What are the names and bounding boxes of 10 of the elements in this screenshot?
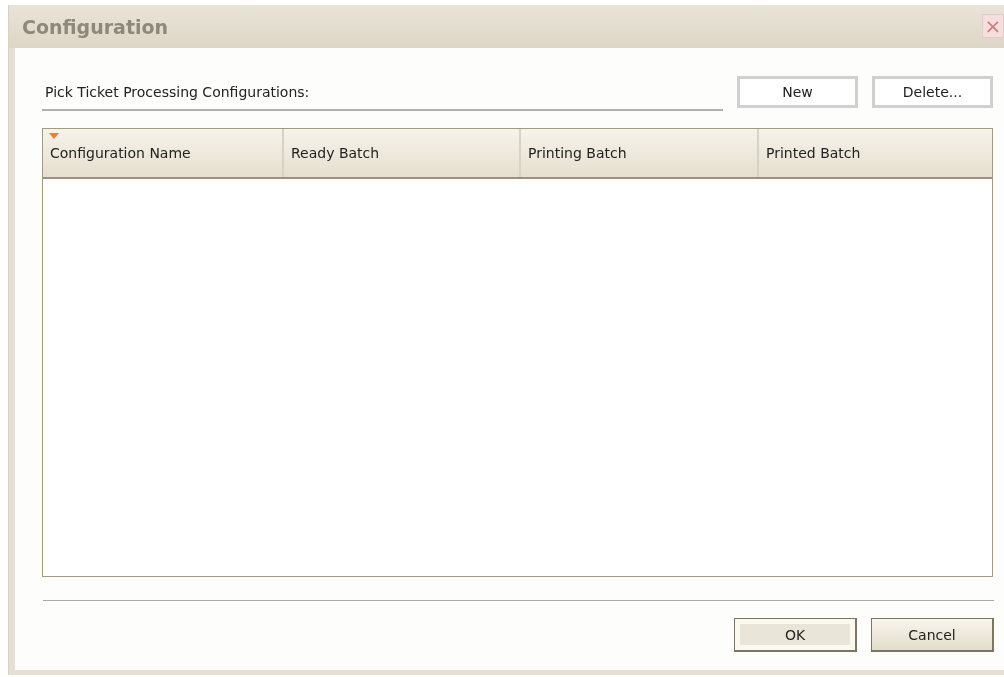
- delete-button[interactable]: Delete...: [872, 76, 993, 108]
- window-title: Configuration: [22, 15, 169, 38]
- column-header[interactable]: Printing Batch: [519, 129, 757, 177]
- ok-button[interactable]: OK: [734, 618, 857, 652]
- cancel-button[interactable]: Cancel: [871, 618, 994, 652]
- column-header[interactable]: Ready Batch: [282, 129, 519, 177]
- column-header[interactable]: Configuration Name: [43, 129, 282, 177]
- column-header[interactable]: Printed Batch: [757, 129, 993, 177]
- new-button[interactable]: New: [737, 76, 858, 108]
- list-label: Pick Ticket Processing Configurations:: [45, 84, 310, 100]
